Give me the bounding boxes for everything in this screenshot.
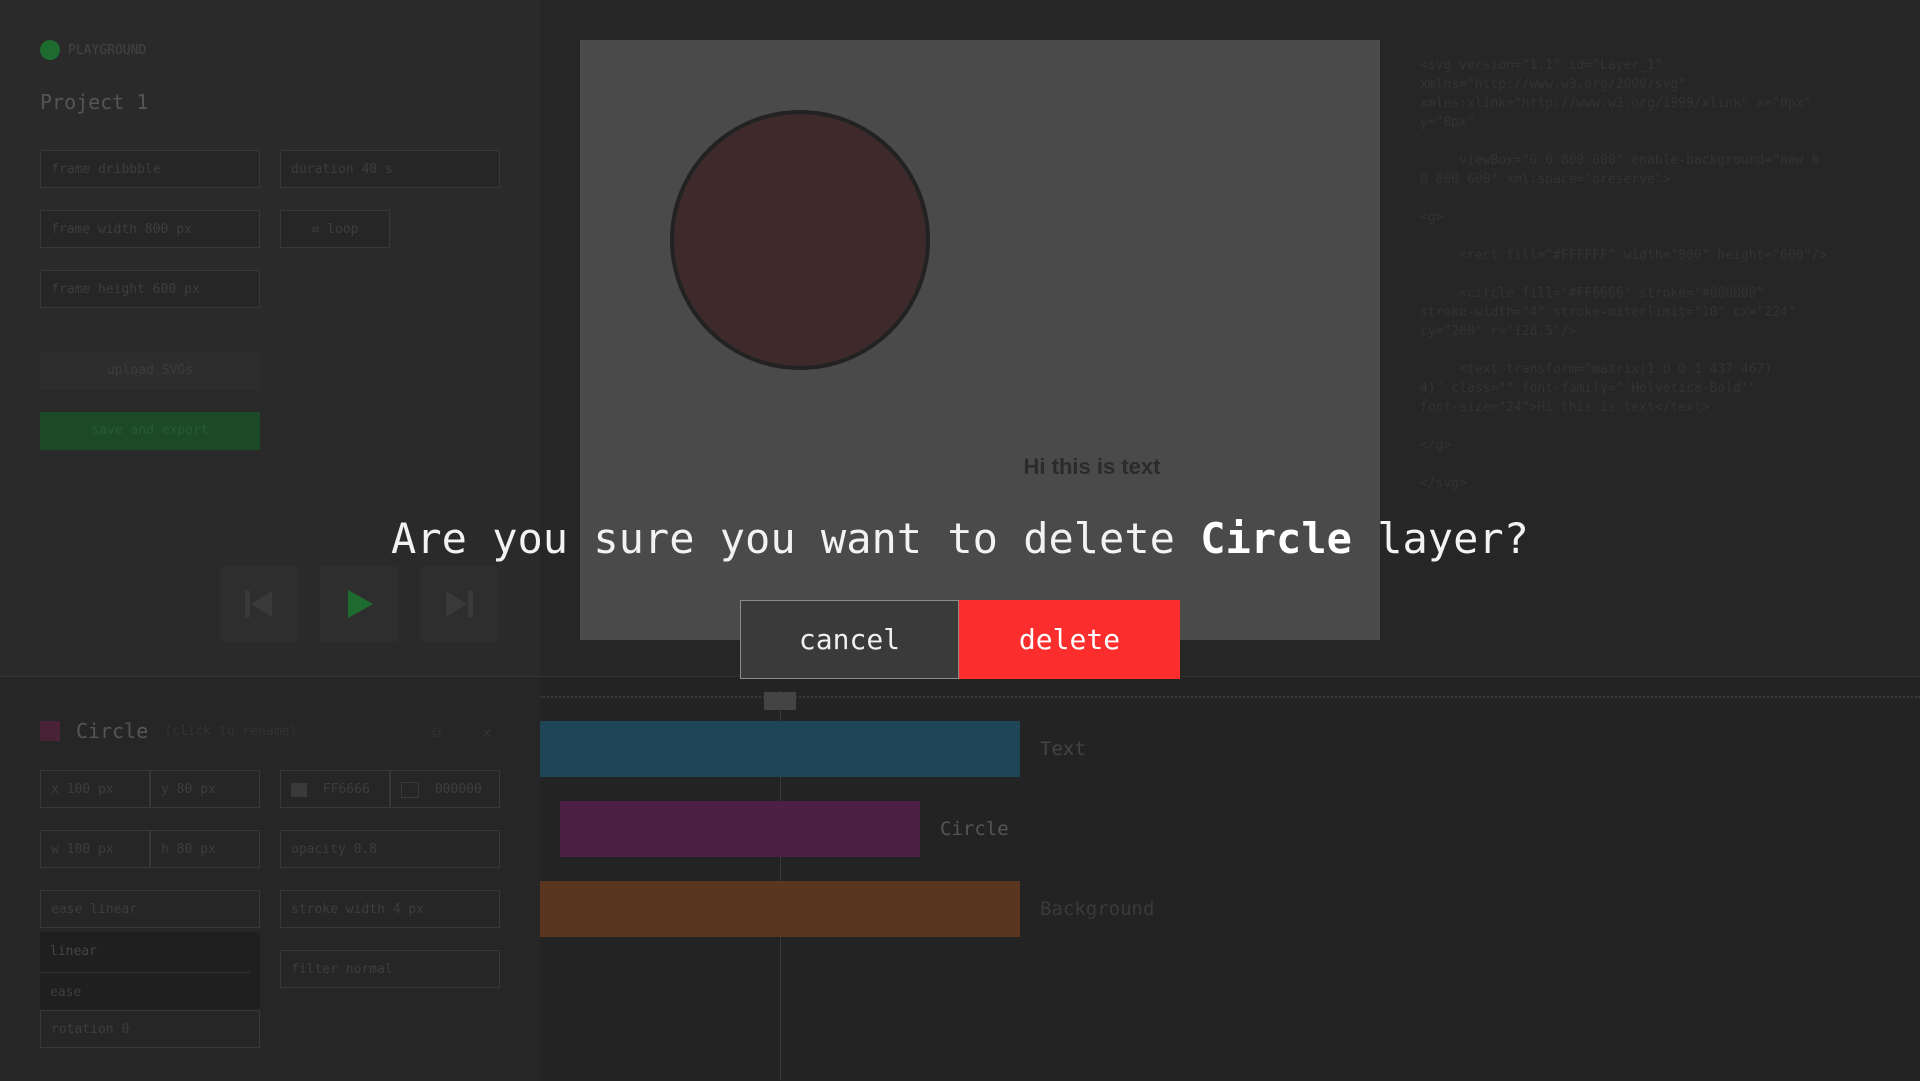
message-prefix: Are you sure you want to delete [391,514,1201,563]
delete-button[interactable]: delete [959,600,1180,679]
delete-confirm-message: Are you sure you want to delete Circle l… [0,514,1920,563]
cancel-button[interactable]: cancel [740,600,959,679]
message-layer-name: Circle [1200,514,1352,563]
modal-overlay: Are you sure you want to delete Circle l… [0,0,1920,1080]
message-suffix: layer? [1351,514,1529,563]
